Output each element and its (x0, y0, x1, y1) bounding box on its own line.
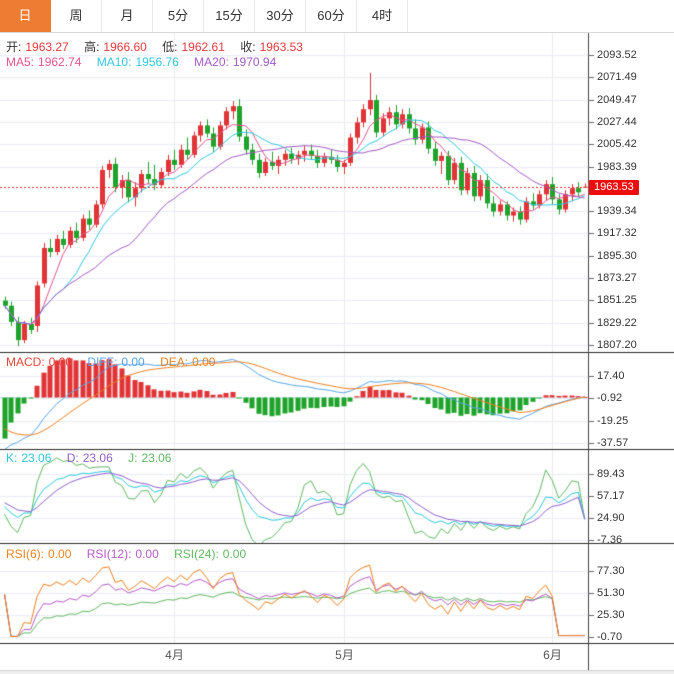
axis-tick-label: 2071.49 (597, 71, 671, 83)
axis-tick-label: -7.36 (597, 534, 671, 546)
ma10-label: MA10: (97, 55, 132, 69)
axis-tick-label: 25.30 (597, 609, 671, 621)
tab-daily[interactable]: 日 (0, 0, 51, 32)
axis-tick-label: 1895.30 (597, 250, 671, 262)
ma5-label: MA5: (6, 55, 34, 69)
axis-tick-label: 2049.47 (597, 94, 671, 106)
rsi24-label: RSI(24): (174, 547, 219, 561)
axis-tick-label: -0.92 (597, 392, 671, 404)
axis-tick-label: 89.43 (597, 468, 671, 480)
tab-60min[interactable]: 60分 (306, 0, 357, 32)
high-value: 1966.60 (103, 40, 146, 54)
ma10-value: 1956.76 (135, 55, 178, 69)
ma20-value: 1970.94 (233, 55, 276, 69)
axis-tick-label: 57.17 (597, 490, 671, 502)
ma5-value: 1962.74 (38, 55, 81, 69)
axis-tick-label: 2005.42 (597, 138, 671, 150)
j-value: 23.06 (141, 451, 171, 465)
xaxis-label-june: 6月 (538, 646, 568, 663)
macd-legend: MACD: 0.00 DIFF: 0.00 DEA: 0.00 (6, 355, 219, 369)
tab-weekly[interactable]: 周 (51, 0, 102, 32)
d-label: D: (67, 451, 79, 465)
tab-30min[interactable]: 30分 (255, 0, 306, 32)
low-value: 1962.61 (182, 40, 225, 54)
dea-label: DEA: (160, 355, 188, 369)
close-label: 收: (240, 40, 255, 54)
rsi6-value: 0.00 (48, 547, 71, 561)
ma-legend: MA5: 1962.74 MA10:1956.76 MA20: 1970.94 (6, 55, 280, 69)
axis-tick-label: 51.30 (597, 587, 671, 599)
chart-canvas[interactable] (0, 0, 674, 674)
axis-tick-label: 17.40 (597, 370, 671, 382)
tab-monthly[interactable]: 月 (102, 0, 153, 32)
xaxis-label-may: 5月 (330, 646, 360, 663)
axis-tick-label: 1807.20 (597, 339, 671, 351)
ma20-label: MA20: (194, 55, 229, 69)
tab-5min[interactable]: 5分 (153, 0, 204, 32)
open-label: 开: (6, 40, 21, 54)
d-value: 23.06 (83, 451, 113, 465)
axis-tick-label: 2027.44 (597, 116, 671, 128)
macd-value: 0.00 (49, 355, 72, 369)
ohlc-legend: 开: 1963.27 高: 1966.60 低: 1962.61 收: 1963.53 (6, 38, 307, 55)
axis-tick-label: 1939.34 (597, 205, 671, 217)
axis-tick-label: 1829.22 (597, 317, 671, 329)
k-value: 23.06 (21, 451, 51, 465)
rsi12-value: 0.00 (135, 547, 158, 561)
axis-tick-label: 24.90 (597, 512, 671, 524)
k-label: K: (6, 451, 17, 465)
axis-tick-label: -0.70 (597, 631, 671, 643)
axis-tick-label: -37.57 (597, 437, 671, 449)
axis-tick-label: 2093.52 (597, 49, 671, 61)
rsi24-value: 0.00 (223, 547, 246, 561)
close-value: 1963.53 (260, 40, 303, 54)
current-price-badge: 1963.53 (589, 180, 639, 195)
diff-label: DIFF: (87, 355, 117, 369)
macd-label: MACD: (6, 355, 45, 369)
dea-value: 0.00 (192, 355, 215, 369)
axis-tick-label: 1873.27 (597, 272, 671, 284)
low-label: 低: (162, 40, 177, 54)
axis-tick-label: 77.30 (597, 565, 671, 577)
open-value: 1963.27 (25, 40, 68, 54)
period-tabbar: 日 周 月 5分 15分 30分 60分 4时 (0, 0, 674, 33)
tab-15min[interactable]: 15分 (204, 0, 255, 32)
j-label: J: (128, 451, 137, 465)
high-label: 高: (84, 40, 99, 54)
xaxis-label-april: 4月 (160, 646, 190, 663)
axis-tick-label: 1851.25 (597, 294, 671, 306)
trading-chart-app: 日 周 月 5分 15分 30分 60分 4时 开: 1963.27 高: 1966… (0, 0, 674, 674)
axis-tick-label: -19.25 (597, 415, 671, 427)
kdj-legend: K: 23.06 D: 23.06 J: 23.06 (6, 451, 175, 465)
rsi6-label: RSI(6): (6, 547, 44, 561)
axis-tick-label: 1983.39 (597, 161, 671, 173)
axis-tick-label: 1917.32 (597, 227, 671, 239)
diff-value: 0.00 (121, 355, 144, 369)
rsi-legend: RSI(6):0.00 RSI(12):0.00 RSI(24):0.00 (6, 547, 250, 561)
tab-4hour[interactable]: 4时 (357, 0, 408, 32)
rsi12-label: RSI(12): (87, 547, 132, 561)
